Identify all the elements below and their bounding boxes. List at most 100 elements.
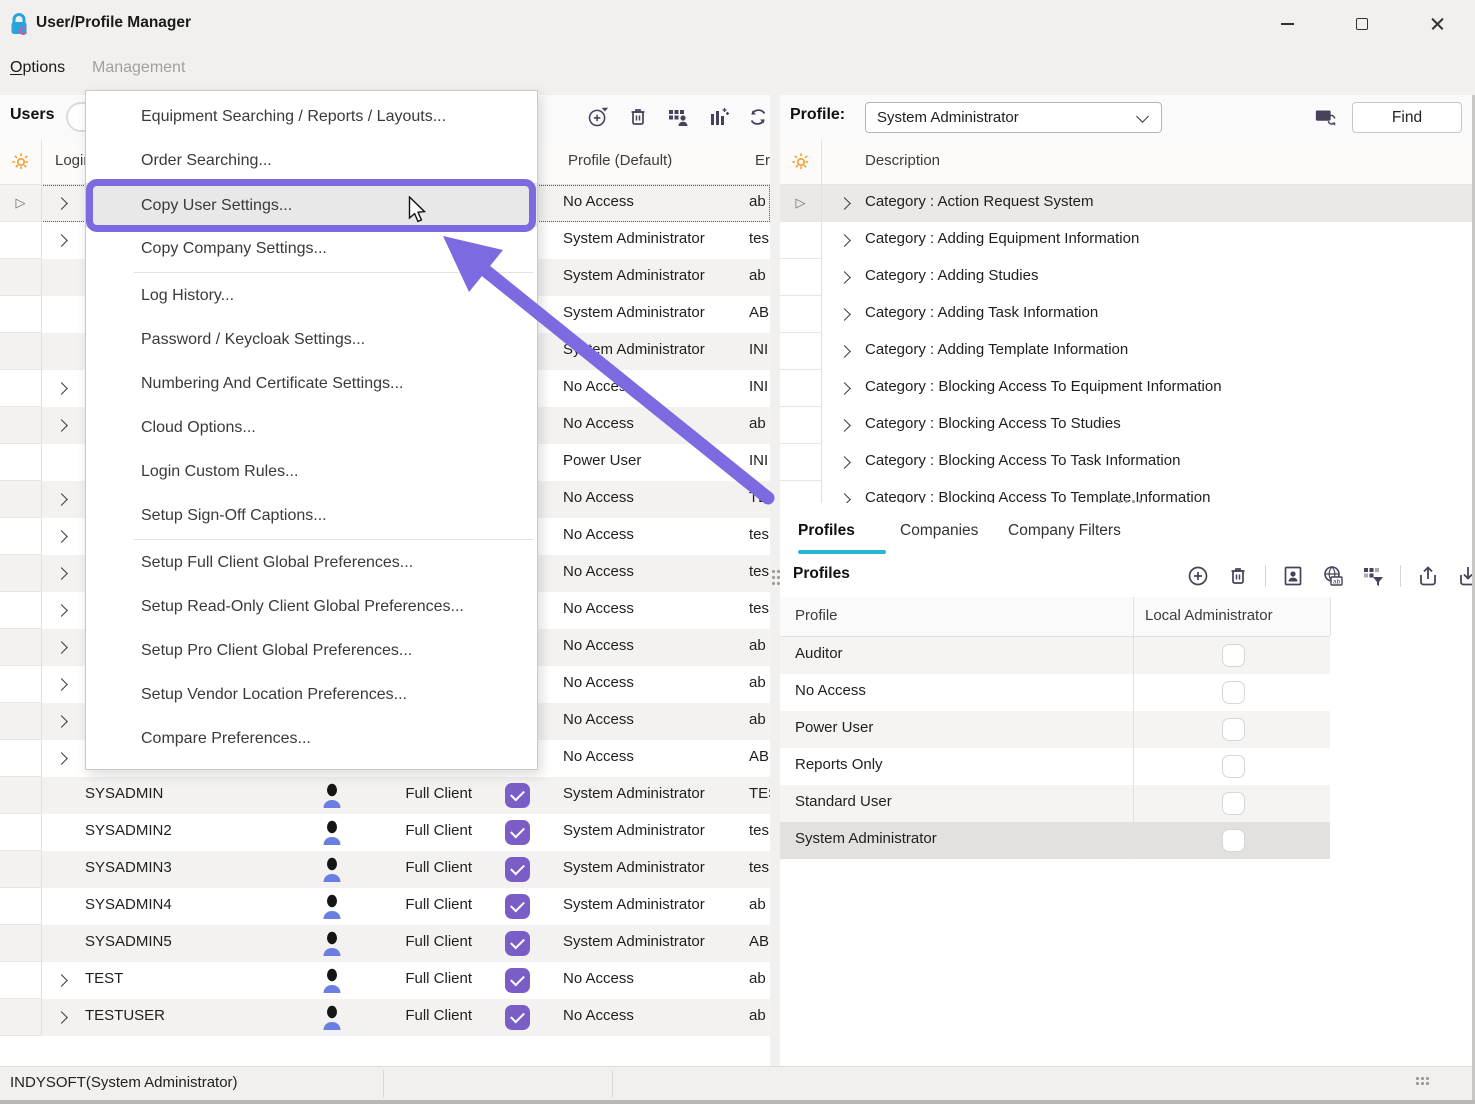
upload-icon[interactable] bbox=[1415, 563, 1441, 589]
panel-splitter-grip-icon[interactable] bbox=[772, 570, 782, 588]
expand-chevron-icon[interactable] bbox=[838, 197, 851, 210]
find-button[interactable]: Find bbox=[1352, 102, 1462, 133]
local-administrator-checkbox[interactable] bbox=[1222, 829, 1245, 852]
profile-row-standard-user[interactable]: Standard User bbox=[780, 785, 1330, 822]
grid-filter-icon[interactable] bbox=[1360, 563, 1386, 589]
add-user-icon[interactable] bbox=[585, 104, 611, 130]
tree-row[interactable]: Category : Adding Studies bbox=[780, 259, 1472, 296]
expand-chevron-icon[interactable] bbox=[55, 234, 68, 247]
expand-chevron-icon[interactable] bbox=[55, 678, 68, 691]
expand-chevron-icon[interactable] bbox=[838, 382, 851, 395]
enabled-checkbox[interactable] bbox=[505, 1005, 530, 1030]
menu-item-setup-sign-off-captions[interactable]: Setup Sign-Off Captions... bbox=[86, 494, 537, 538]
expand-chevron-icon[interactable] bbox=[55, 493, 68, 506]
tree-row[interactable]: Category : Adding Task Information bbox=[780, 296, 1472, 333]
enabled-checkbox[interactable] bbox=[505, 968, 530, 993]
enabled-checkbox[interactable] bbox=[505, 783, 530, 808]
menu-item-cloud-options[interactable]: Cloud Options... bbox=[86, 406, 537, 450]
tab-company-filters[interactable]: Company Filters bbox=[1008, 522, 1121, 540]
menu-management[interactable]: Management bbox=[92, 59, 185, 77]
menu-item-setup-pro-client-global-preferences[interactable]: Setup Pro Client Global Preferences... bbox=[86, 629, 537, 673]
menu-item-log-history[interactable]: Log History... bbox=[86, 274, 537, 318]
enabled-checkbox[interactable] bbox=[505, 857, 530, 882]
expand-chevron-icon[interactable] bbox=[55, 752, 68, 765]
bars-sparkle-icon[interactable] bbox=[705, 104, 731, 130]
menu-options[interactable]: Options bbox=[10, 59, 65, 77]
expand-chevron-icon[interactable] bbox=[838, 493, 851, 503]
menu-item-password-keycloak-settings[interactable]: Password / Keycloak Settings... bbox=[86, 318, 537, 362]
person-card-icon[interactable] bbox=[1280, 563, 1306, 589]
expand-chevron-icon[interactable] bbox=[55, 530, 68, 543]
menu-item-login-custom-rules[interactable]: Login Custom Rules... bbox=[86, 450, 537, 494]
expand-chevron-icon[interactable] bbox=[55, 382, 68, 395]
expand-chevron-icon[interactable] bbox=[838, 456, 851, 469]
user-row-sysadmin5[interactable]: SYSADMIN5Full ClientSystem Administrator… bbox=[0, 925, 770, 962]
menu-item-order-searching[interactable]: Order Searching... bbox=[86, 139, 537, 183]
user-row-sysadmin3[interactable]: SYSADMIN3Full ClientSystem Administrator… bbox=[0, 851, 770, 888]
local-administrator-checkbox[interactable] bbox=[1222, 718, 1245, 741]
close-button[interactable] bbox=[1414, 0, 1460, 48]
card-refresh-icon[interactable] bbox=[1313, 104, 1339, 130]
tab-companies[interactable]: Companies bbox=[900, 522, 978, 540]
minimize-button[interactable] bbox=[1264, 0, 1310, 48]
resize-grip-icon[interactable] bbox=[1416, 1077, 1431, 1087]
profile-row-system-administrator[interactable]: System Administrator bbox=[780, 822, 1330, 859]
expand-chevron-icon[interactable] bbox=[55, 419, 68, 432]
circle-plus-icon[interactable] bbox=[1185, 563, 1211, 589]
expand-chevron-icon[interactable] bbox=[55, 641, 68, 654]
profile-row-no-access[interactable]: No Access bbox=[780, 674, 1330, 711]
menu-item-numbering-and-certificate-settings[interactable]: Numbering And Certificate Settings... bbox=[86, 362, 537, 406]
expand-chevron-icon[interactable] bbox=[55, 974, 68, 987]
globe-ab-icon[interactable]: ab bbox=[1320, 563, 1346, 589]
tree-row[interactable]: ▷Category : Action Request System bbox=[780, 185, 1472, 222]
column-er[interactable]: Er bbox=[755, 152, 770, 169]
tree-row[interactable]: Category : Adding Equipment Information bbox=[780, 222, 1472, 259]
local-administrator-checkbox[interactable] bbox=[1222, 755, 1245, 778]
menu-item-compare-preferences[interactable]: Compare Preferences... bbox=[86, 717, 537, 761]
expand-chevron-icon[interactable] bbox=[838, 308, 851, 321]
column-profile-default[interactable]: Profile (Default) bbox=[568, 152, 672, 169]
menu-item-setup-read-only-client-global-preferences[interactable]: Setup Read-Only Client Global Preference… bbox=[86, 585, 537, 629]
user-row-testuser[interactable]: TESTUSERFull ClientNo Accessab bbox=[0, 999, 770, 1036]
tab-profiles[interactable]: Profiles bbox=[798, 522, 855, 540]
refresh-icon[interactable] bbox=[745, 104, 771, 130]
tree-row[interactable]: Category : Adding Template Information bbox=[780, 333, 1472, 370]
enabled-checkbox[interactable] bbox=[505, 931, 530, 956]
tree-row[interactable]: Category : Blocking Access To Task Infor… bbox=[780, 444, 1472, 481]
profile-row-power-user[interactable]: Power User bbox=[780, 711, 1330, 748]
tree-row[interactable]: Category : Blocking Access To Equipment … bbox=[780, 370, 1472, 407]
local-administrator-checkbox[interactable] bbox=[1222, 681, 1245, 704]
local-administrator-checkbox[interactable] bbox=[1222, 792, 1245, 815]
menu-item-setup-full-client-global-preferences[interactable]: Setup Full Client Global Preferences... bbox=[86, 541, 537, 585]
column-description[interactable]: Description bbox=[865, 152, 940, 169]
expand-chevron-icon[interactable] bbox=[55, 567, 68, 580]
user-row-test[interactable]: TESTFull ClientNo Accessab bbox=[0, 962, 770, 999]
trash-icon[interactable] bbox=[625, 104, 651, 130]
enabled-checkbox[interactable] bbox=[505, 820, 530, 845]
profile-row-reports-only[interactable]: Reports Only bbox=[780, 748, 1330, 785]
trash-icon[interactable] bbox=[1225, 563, 1251, 589]
column-profile[interactable]: Profile bbox=[795, 607, 838, 624]
user-row-sysadmin4[interactable]: SYSADMIN4Full ClientSystem Administrator… bbox=[0, 888, 770, 925]
column-local-administrator[interactable]: Local Administrator bbox=[1145, 607, 1273, 624]
expand-chevron-icon[interactable] bbox=[55, 1011, 68, 1024]
menu-item-copy-company-settings[interactable]: Copy Company Settings... bbox=[86, 227, 537, 271]
expand-chevron-icon[interactable] bbox=[838, 271, 851, 284]
menu-item-setup-vendor-location-preferences[interactable]: Setup Vendor Location Preferences... bbox=[86, 673, 537, 717]
splitter-grip-icon[interactable] bbox=[1118, 500, 1142, 503]
maximize-button[interactable] bbox=[1339, 0, 1385, 48]
expand-chevron-icon[interactable] bbox=[838, 419, 851, 432]
expand-chevron-icon[interactable] bbox=[838, 234, 851, 247]
enabled-checkbox[interactable] bbox=[505, 894, 530, 919]
user-row-sysadmin[interactable]: SYSADMINFull ClientSystem AdministratorT… bbox=[0, 777, 770, 814]
expand-chevron-icon[interactable] bbox=[55, 197, 68, 210]
local-administrator-checkbox[interactable] bbox=[1222, 644, 1245, 667]
grid-person-icon[interactable] bbox=[665, 104, 691, 130]
expand-chevron-icon[interactable] bbox=[838, 345, 851, 358]
profile-dropdown[interactable]: System Administrator bbox=[865, 102, 1162, 133]
menu-item-equipment-searching-reports-layouts[interactable]: Equipment Searching / Reports / Layouts.… bbox=[86, 95, 537, 139]
profile-row-auditor[interactable]: Auditor bbox=[780, 637, 1330, 674]
expand-chevron-icon[interactable] bbox=[55, 604, 68, 617]
expand-chevron-icon[interactable] bbox=[55, 715, 68, 728]
tree-row[interactable]: Category : Blocking Access To Studies bbox=[780, 407, 1472, 444]
